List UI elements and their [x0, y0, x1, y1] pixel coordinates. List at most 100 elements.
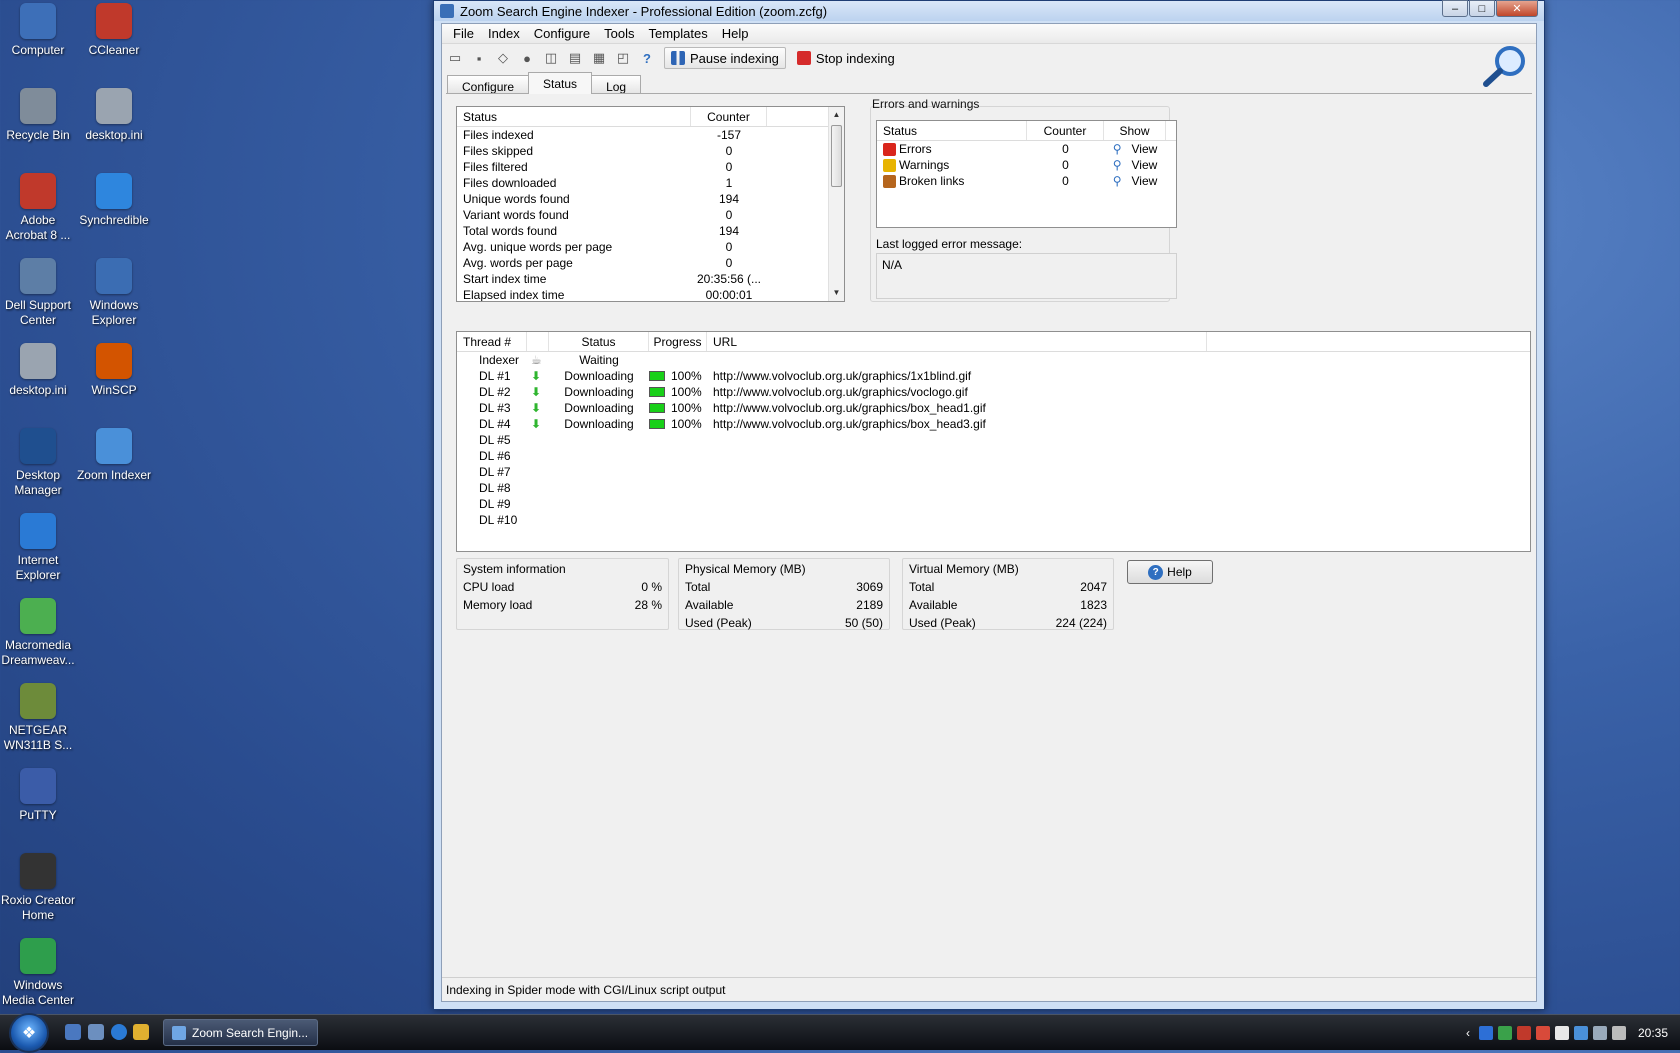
list-item[interactable]: Total words found 194	[457, 223, 844, 239]
desktop-icon[interactable]: WinSCP	[75, 343, 153, 398]
desktop-icon[interactable]: Windows Explorer	[75, 258, 153, 328]
list-item[interactable]: Files indexed -157	[457, 127, 844, 143]
title-bar[interactable]: Zoom Search Engine Indexer - Professiona…	[434, 0, 1544, 21]
magnifier-icon[interactable]: ⚲	[1113, 158, 1122, 172]
list-item[interactable]: Elapsed index time 00:00:01	[457, 287, 844, 301]
taskbar-zoom-indexer[interactable]: Zoom Search Engin...	[163, 1019, 318, 1046]
clock[interactable]: 20:35	[1638, 1026, 1668, 1040]
power-icon[interactable]	[1611, 1026, 1626, 1040]
help-button[interactable]: ? Help	[1127, 560, 1213, 584]
desktop-icon[interactable]: CCleaner	[75, 3, 153, 58]
table-row[interactable]: DL #8	[457, 480, 1530, 496]
desktop-icon[interactable]: PuTTY	[0, 768, 77, 823]
tab-log[interactable]: Log	[591, 75, 642, 94]
scroll-up-icon[interactable]: ▲	[829, 107, 844, 123]
threads-list[interactable]: Thread # Status Progress URL Indexer ☕ Wai…	[456, 331, 1531, 552]
table-row[interactable]: DL #3 ⬇ Downloading 100% http://www.volvoclu…	[457, 400, 1530, 416]
counter-column-header[interactable]: Counter	[691, 107, 767, 126]
eraser-icon[interactable]: ◇	[492, 47, 514, 69]
chart-icon[interactable]: ▦	[588, 47, 610, 69]
list-item[interactable]: Files filtered 0	[457, 159, 844, 175]
menu-templates[interactable]: Templates	[642, 26, 715, 41]
list-item[interactable]: Files downloaded 1	[457, 175, 844, 191]
copy-icon[interactable]: ◰	[612, 47, 634, 69]
menu-file[interactable]: File	[446, 26, 481, 41]
desktop-icon[interactable]: Dell Support Center	[0, 258, 77, 328]
desktop-icon[interactable]: Recycle Bin	[0, 88, 77, 143]
tab-configure[interactable]: Configure	[447, 75, 530, 94]
table-row[interactable]: DL #6	[457, 448, 1530, 464]
table-row[interactable]: DL #9	[457, 496, 1530, 512]
list-item[interactable]: Avg. words per page 0	[457, 255, 844, 271]
list-item[interactable]: Warnings 0 ⚲ View	[877, 157, 1176, 173]
minimize-button[interactable]: –	[1442, 0, 1468, 17]
table-row[interactable]: Indexer ☕ Waiting	[457, 352, 1530, 368]
list-item[interactable]: Broken links 0 ⚲ View	[877, 173, 1176, 189]
status-counters-list[interactable]: Status Counter Files indexed -157 Files sk…	[456, 106, 845, 302]
usb-icon[interactable]	[1554, 1026, 1569, 1040]
list-item[interactable]: Unique words found 194	[457, 191, 844, 207]
menu-help[interactable]: Help	[715, 26, 756, 41]
view-link[interactable]: View	[1132, 158, 1158, 172]
bluetooth-icon[interactable]	[1478, 1026, 1493, 1040]
maximize-button[interactable]: □	[1469, 0, 1495, 17]
user-icon[interactable]: ●	[516, 47, 538, 69]
magnifier-icon[interactable]: ⚲	[1113, 142, 1122, 156]
start-button[interactable]: ❖	[9, 1013, 49, 1053]
desktop-icon[interactable]: Adobe Acrobat 8 ...	[0, 173, 77, 243]
list-item[interactable]: Avg. unique words per page 0	[457, 239, 844, 255]
desktop-icon[interactable]: Desktop Manager	[0, 428, 77, 498]
thread-column-header[interactable]: Thread #	[457, 332, 527, 351]
ati-icon[interactable]	[1516, 1026, 1531, 1040]
pages-icon[interactable]: ▤	[564, 47, 586, 69]
errors-counter-header[interactable]: Counter	[1027, 121, 1104, 140]
list-item[interactable]: Errors 0 ⚲ View	[877, 141, 1176, 157]
email-icon[interactable]	[133, 1024, 149, 1040]
list-item[interactable]: Variant words found 0	[457, 207, 844, 223]
desktop-icon[interactable]: Zoom Indexer	[75, 428, 153, 483]
table-row[interactable]: DL #4 ⬇ Downloading 100% http://www.volvoclu…	[457, 416, 1530, 432]
menu-configure[interactable]: Configure	[527, 26, 597, 41]
volume-icon[interactable]	[1592, 1026, 1607, 1040]
errors-list[interactable]: Status Counter Show Errors 0 ⚲ View Warnings…	[876, 120, 1177, 228]
save-icon[interactable]: ▪	[468, 47, 490, 69]
desktop-icon[interactable]: Internet Explorer	[0, 513, 77, 583]
tab-status[interactable]: Status	[528, 72, 593, 94]
status-list-scrollbar[interactable]: ▲ ▼	[828, 107, 844, 301]
errors-status-header[interactable]: Status	[877, 121, 1027, 140]
network-icon[interactable]	[1497, 1026, 1512, 1040]
status-column-header[interactable]: Status	[457, 107, 691, 126]
progress-column-header[interactable]: Progress	[649, 332, 707, 351]
search-page-icon[interactable]: ◫	[540, 47, 562, 69]
desktop-icon[interactable]: Roxio Creator Home	[0, 853, 77, 923]
desktop-icon[interactable]: NETGEAR WN311B S...	[0, 683, 77, 753]
thread-status-column-header[interactable]: Status	[549, 332, 649, 351]
table-row[interactable]: DL #2 ⬇ Downloading 100% http://www.volvoclu…	[457, 384, 1530, 400]
desktop-icon[interactable]: desktop.ini	[0, 343, 77, 398]
help-icon[interactable]: ?	[636, 47, 658, 69]
table-row[interactable]: DL #5	[457, 432, 1530, 448]
errors-show-header[interactable]: Show	[1104, 121, 1166, 140]
switch-windows-icon[interactable]	[88, 1024, 104, 1040]
menu-index[interactable]: Index	[481, 26, 527, 41]
close-button[interactable]: ✕	[1496, 0, 1538, 17]
desktop-icon[interactable]: Synchredible	[75, 173, 153, 228]
pause-indexing-button[interactable]: Pause indexing	[664, 47, 786, 69]
desktop-icon[interactable]: Windows Media Center	[0, 938, 77, 1008]
url-column-header[interactable]: URL	[707, 332, 1207, 351]
list-item[interactable]: Start index time 20:35:56 (...	[457, 271, 844, 287]
scroll-thumb[interactable]	[831, 125, 842, 187]
table-row[interactable]: DL #7	[457, 464, 1530, 480]
internet-explorer-icon[interactable]	[111, 1024, 127, 1040]
desktop-icon[interactable]: desktop.ini	[75, 88, 153, 143]
monitor-icon[interactable]	[1573, 1026, 1588, 1040]
magnifier-icon[interactable]: ⚲	[1113, 174, 1122, 188]
security-icon[interactable]	[1535, 1026, 1550, 1040]
table-row[interactable]: DL #10	[457, 512, 1530, 528]
view-link[interactable]: View	[1132, 142, 1158, 156]
tray-expand-icon[interactable]: ‹	[1466, 1026, 1470, 1040]
menu-tools[interactable]: Tools	[597, 26, 641, 41]
desktop-icon[interactable]: Computer	[0, 3, 77, 58]
stop-indexing-button[interactable]: Stop indexing	[790, 47, 902, 69]
open-folder-icon[interactable]: ▭	[444, 47, 466, 69]
